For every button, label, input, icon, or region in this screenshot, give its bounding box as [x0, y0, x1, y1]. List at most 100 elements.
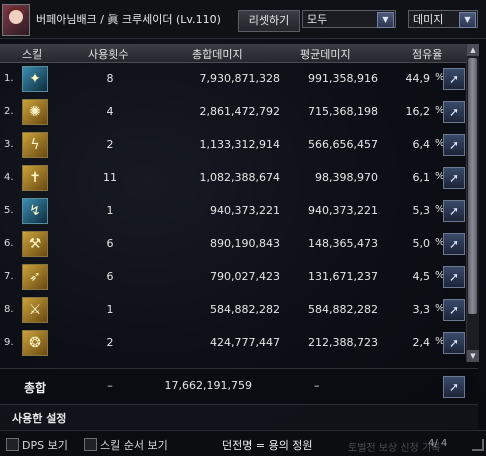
table-row[interactable]: 2. ✺ 4 2,861,472,792 715,368,198 16,2% ➚: [0, 97, 466, 127]
share-icon[interactable]: ➚: [443, 376, 465, 398]
column-header-uses[interactable]: 사용횟수: [88, 46, 128, 62]
total-uses: –: [107, 379, 113, 392]
row-uses: 2: [106, 336, 114, 349]
share-icon[interactable]: ➚: [443, 134, 465, 156]
row-share: 3,3: [412, 303, 431, 316]
row-uses: 11: [103, 171, 117, 184]
row-share: 6,1: [412, 171, 431, 184]
row-avg-damage: 584,882,282: [308, 303, 378, 316]
table-row[interactable]: 4. ✝ 11 1,082,388,674 98,398,970 6,1% ➚: [0, 163, 466, 193]
table-header: 스킬 사용횟수 총합데미지 평균데미지 점유율: [0, 44, 466, 63]
character-name: 버페아님배크 / 眞 크루세이더 (Lv.110): [36, 13, 221, 26]
row-avg-damage: 131,671,237: [308, 270, 378, 283]
table-row[interactable]: 3. ϟ 2 1,133,312,914 566,656,457 6,4% ➚: [0, 130, 466, 160]
bottom-bar: DPS 보기 스킬 순서 보기 던전명 = 용의 정원 토벌전 보상 신청 기록…: [0, 430, 486, 456]
column-header-avg[interactable]: 평균데미지: [300, 46, 351, 62]
scrollbar-thumb[interactable]: [468, 58, 477, 314]
column-header-total[interactable]: 총합데미지: [192, 46, 243, 62]
share-icon[interactable]: ➚: [443, 200, 465, 222]
holy-light-skill-icon: ✦: [22, 66, 48, 92]
cross-blessing-skill-icon: ✝: [22, 165, 48, 191]
table-row[interactable]: 1. ✦ 8 7,930,871,328 991,358,916 44,9% ➚: [0, 64, 466, 94]
row-share: 4,5: [412, 270, 431, 283]
share-icon[interactable]: ➚: [443, 68, 465, 90]
chevron-down-icon[interactable]: ▼: [459, 12, 476, 28]
table-row[interactable]: 6. ⚒ 6 890,190,843 148,365,473 5,0% ➚: [0, 229, 466, 259]
chevron-down-icon[interactable]: ▼: [377, 12, 394, 28]
row-rank: 3.: [4, 139, 14, 150]
row-uses: 4: [106, 105, 114, 118]
reset-button[interactable]: 리셋하기: [238, 10, 300, 32]
resize-handle-icon[interactable]: [472, 439, 484, 451]
row-total-damage: 890,190,843: [210, 237, 280, 250]
row-avg-damage: 991,358,916: [308, 72, 378, 85]
row-rank: 7.: [4, 271, 14, 282]
spiral-light-skill-icon: ❂: [22, 330, 48, 356]
dps-label: DPS 보기: [22, 439, 68, 452]
metric-select-value: 데미지: [413, 13, 444, 26]
row-uses: 8: [106, 72, 114, 85]
row-rank: 8.: [4, 304, 14, 315]
thunder-strike-skill-icon: ϟ: [22, 132, 48, 158]
row-total-damage: 2,861,472,792: [199, 105, 280, 118]
row-avg-damage: 940,373,221: [308, 204, 378, 217]
filter-select[interactable]: 모두 ▼: [302, 10, 396, 28]
row-uses: 1: [106, 303, 114, 316]
row-total-damage: 424,777,447: [210, 336, 280, 349]
row-avg-damage: 212,388,723: [308, 336, 378, 349]
row-avg-damage: 566,656,457: [308, 138, 378, 151]
row-rank: 1.: [4, 73, 14, 84]
total-row: 총합 – 17,662,191,759 – ➚: [0, 368, 478, 405]
skill-order-checkbox[interactable]: [84, 438, 97, 451]
filter-select-value: 모두: [307, 13, 328, 26]
share-icon[interactable]: ➚: [443, 266, 465, 288]
table-row[interactable]: 7. ➶ 6 790,027,423 131,671,237 4,5% ➚: [0, 262, 466, 292]
row-uses: 1: [106, 204, 114, 217]
settings-section[interactable]: 사용한 설정: [0, 404, 478, 429]
row-total-damage: 584,882,282: [210, 303, 280, 316]
row-rank: 5.: [4, 205, 14, 216]
row-rank: 9.: [4, 337, 14, 348]
row-total-damage: 1,082,388,674: [199, 171, 280, 184]
row-avg-damage: 715,368,198: [308, 105, 378, 118]
row-rank: 6.: [4, 238, 14, 249]
window-header: 버페아님배크 / 眞 크루세이더 (Lv.110) 리셋하기 모두 ▼ 데미지 …: [0, 0, 486, 39]
row-total-damage: 790,027,423: [210, 270, 280, 283]
total-label: 총합: [24, 381, 47, 395]
row-share: 5,0: [412, 237, 431, 250]
settings-label: 사용한 설정: [12, 412, 67, 425]
row-share: 16,2: [405, 105, 431, 118]
share-icon[interactable]: ➚: [443, 233, 465, 255]
share-icon[interactable]: ➚: [443, 101, 465, 123]
dungeon-name: 던전명 = 용의 정원: [222, 439, 313, 452]
share-icon[interactable]: ➚: [443, 332, 465, 354]
table-row[interactable]: 5. ↯ 1 940,373,221 940,373,221 5,3% ➚: [0, 196, 466, 226]
dps-checkbox[interactable]: [6, 438, 19, 451]
column-header-skill[interactable]: 스킬: [22, 46, 42, 62]
divine-arrow-skill-icon: ➶: [22, 264, 48, 290]
row-uses: 2: [106, 138, 114, 151]
row-uses: 6: [106, 237, 114, 250]
row-total-damage: 1,133,312,914: [199, 138, 280, 151]
row-share: 44,9: [405, 72, 431, 85]
share-icon[interactable]: ➚: [443, 167, 465, 189]
metric-select[interactable]: 데미지 ▼: [408, 10, 478, 28]
table-row[interactable]: 9. ❂ 2 424,777,447 212,388,723 2,4% ➚: [0, 328, 466, 358]
column-header-share[interactable]: 점유율: [412, 46, 442, 62]
total-damage: 17,662,191,759: [164, 379, 252, 392]
character-avatar: [2, 4, 30, 36]
scroll-down-icon[interactable]: ▼: [467, 350, 479, 362]
radiant-hammer-skill-icon: ⚒: [22, 231, 48, 257]
table-row[interactable]: 8. ⚔ 1 584,882,282 584,882,282 3,3% ➚: [0, 295, 466, 325]
row-uses: 6: [106, 270, 114, 283]
row-total-damage: 7,930,871,328: [199, 72, 280, 85]
row-share: 5,3: [412, 204, 431, 217]
skill-order-label: 스킬 순서 보기: [100, 439, 168, 452]
skill-damage-window: 버페아님배크 / 眞 크루세이더 (Lv.110) 리셋하기 모두 ▼ 데미지 …: [0, 0, 486, 456]
scroll-up-icon[interactable]: ▲: [467, 44, 479, 56]
row-share: 6,4: [412, 138, 431, 151]
scrollbar[interactable]: ▲ ▼: [466, 44, 479, 362]
page-indicator: 4/ 4: [428, 438, 448, 449]
share-icon[interactable]: ➚: [443, 299, 465, 321]
row-avg-damage: 148,365,473: [308, 237, 378, 250]
